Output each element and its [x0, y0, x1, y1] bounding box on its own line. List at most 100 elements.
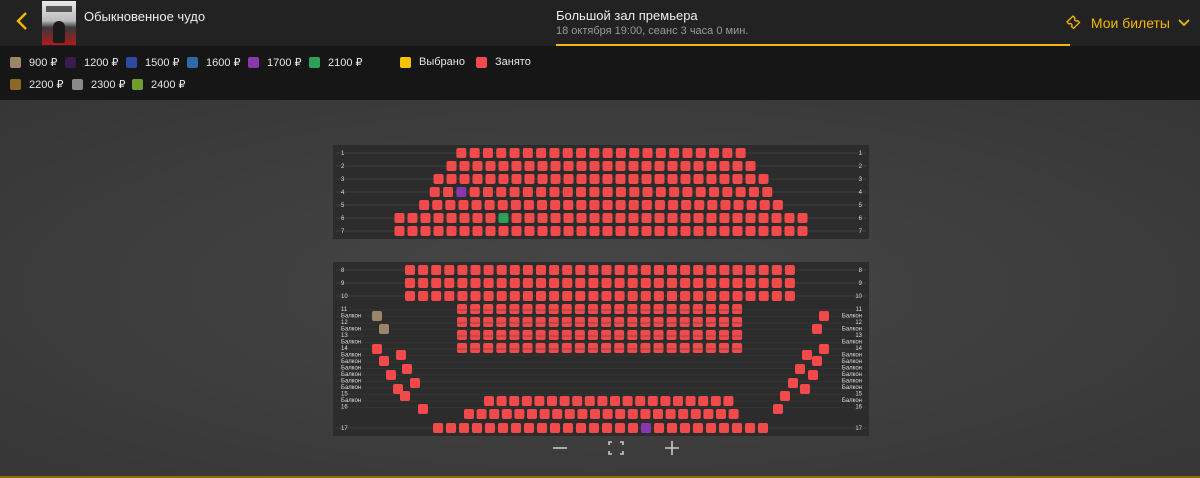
seat[interactable] [665, 409, 676, 419]
seat[interactable] [524, 226, 535, 236]
seat[interactable] [588, 291, 599, 301]
seat[interactable] [396, 350, 406, 360]
seat[interactable] [536, 291, 546, 301]
seat[interactable] [386, 370, 396, 380]
seat[interactable] [457, 330, 467, 340]
seat[interactable] [666, 304, 677, 314]
seat[interactable] [745, 174, 756, 184]
seat[interactable] [483, 304, 494, 314]
seat[interactable] [819, 344, 829, 354]
seat[interactable] [496, 278, 507, 288]
seat[interactable] [653, 317, 664, 327]
seat[interactable] [705, 330, 716, 340]
seat[interactable] [563, 200, 574, 210]
seat[interactable] [719, 226, 730, 236]
seat[interactable] [667, 174, 678, 184]
seat[interactable] [680, 174, 691, 184]
seat[interactable] [446, 226, 457, 236]
seat[interactable] [470, 304, 481, 314]
seat[interactable] [627, 317, 638, 327]
seat[interactable] [602, 161, 613, 171]
seat[interactable] [705, 317, 716, 327]
seat[interactable] [535, 304, 546, 314]
seat[interactable] [615, 213, 626, 223]
seat[interactable] [574, 304, 585, 314]
seat[interactable] [470, 343, 481, 353]
seat[interactable] [784, 265, 795, 275]
seat[interactable] [536, 278, 546, 288]
seat[interactable] [772, 200, 783, 210]
seat[interactable] [706, 291, 717, 301]
seat[interactable] [472, 226, 483, 236]
seat[interactable] [710, 396, 721, 406]
seat[interactable] [614, 265, 625, 275]
seat[interactable] [627, 291, 638, 301]
seat[interactable] [719, 330, 729, 340]
seat[interactable] [693, 161, 704, 171]
seat[interactable] [471, 200, 482, 210]
seat[interactable] [602, 187, 613, 197]
seat[interactable] [628, 226, 639, 236]
seat[interactable] [550, 174, 561, 184]
seat[interactable] [745, 213, 756, 223]
seat[interactable] [732, 304, 743, 314]
seat[interactable] [653, 409, 663, 419]
seat[interactable] [679, 317, 690, 327]
seat[interactable] [647, 396, 658, 406]
seat[interactable] [667, 161, 678, 171]
seat[interactable] [655, 187, 666, 197]
seat[interactable] [498, 161, 509, 171]
seat[interactable] [667, 265, 677, 275]
seat[interactable] [589, 200, 600, 210]
seat[interactable] [524, 174, 535, 184]
seat[interactable] [654, 161, 665, 171]
seat[interactable] [693, 291, 704, 301]
seat[interactable] [431, 291, 442, 301]
seat[interactable] [444, 291, 455, 301]
seat[interactable] [667, 226, 678, 236]
seat[interactable] [615, 148, 626, 158]
seat[interactable] [576, 187, 587, 197]
seat[interactable] [537, 200, 548, 210]
seat[interactable] [745, 278, 756, 288]
seat[interactable] [509, 396, 520, 406]
seat[interactable] [509, 291, 520, 301]
seat[interactable] [561, 330, 572, 340]
seat[interactable] [562, 187, 573, 197]
seat[interactable] [496, 291, 507, 301]
seat[interactable] [482, 148, 493, 158]
seat[interactable] [501, 409, 512, 419]
seat[interactable] [622, 396, 633, 406]
seat[interactable] [771, 291, 782, 301]
seat[interactable] [628, 213, 639, 223]
seat[interactable] [615, 200, 626, 210]
seat[interactable] [496, 187, 507, 197]
seat[interactable] [497, 200, 508, 210]
seat[interactable] [549, 148, 560, 158]
seat[interactable] [547, 396, 557, 406]
seat[interactable] [485, 213, 496, 223]
seat[interactable] [601, 278, 612, 288]
seat[interactable] [602, 409, 613, 419]
seat[interactable] [484, 396, 494, 406]
seat[interactable] [549, 278, 560, 288]
seat[interactable] [511, 213, 522, 223]
seat[interactable] [679, 343, 690, 353]
seat[interactable] [614, 343, 625, 353]
seat[interactable] [457, 291, 468, 301]
seat[interactable] [418, 404, 428, 414]
seat[interactable] [732, 317, 743, 327]
seat[interactable] [706, 161, 717, 171]
seat[interactable] [771, 226, 782, 236]
seat[interactable] [680, 278, 691, 288]
seat[interactable] [692, 343, 703, 353]
seat[interactable] [589, 187, 600, 197]
seat[interactable] [732, 291, 743, 301]
seat[interactable] [614, 330, 625, 340]
seat[interactable] [678, 409, 689, 419]
seat[interactable] [470, 278, 481, 288]
seat[interactable] [405, 265, 415, 275]
seat[interactable] [601, 265, 612, 275]
seat[interactable] [464, 409, 474, 419]
seat[interactable] [564, 409, 575, 419]
